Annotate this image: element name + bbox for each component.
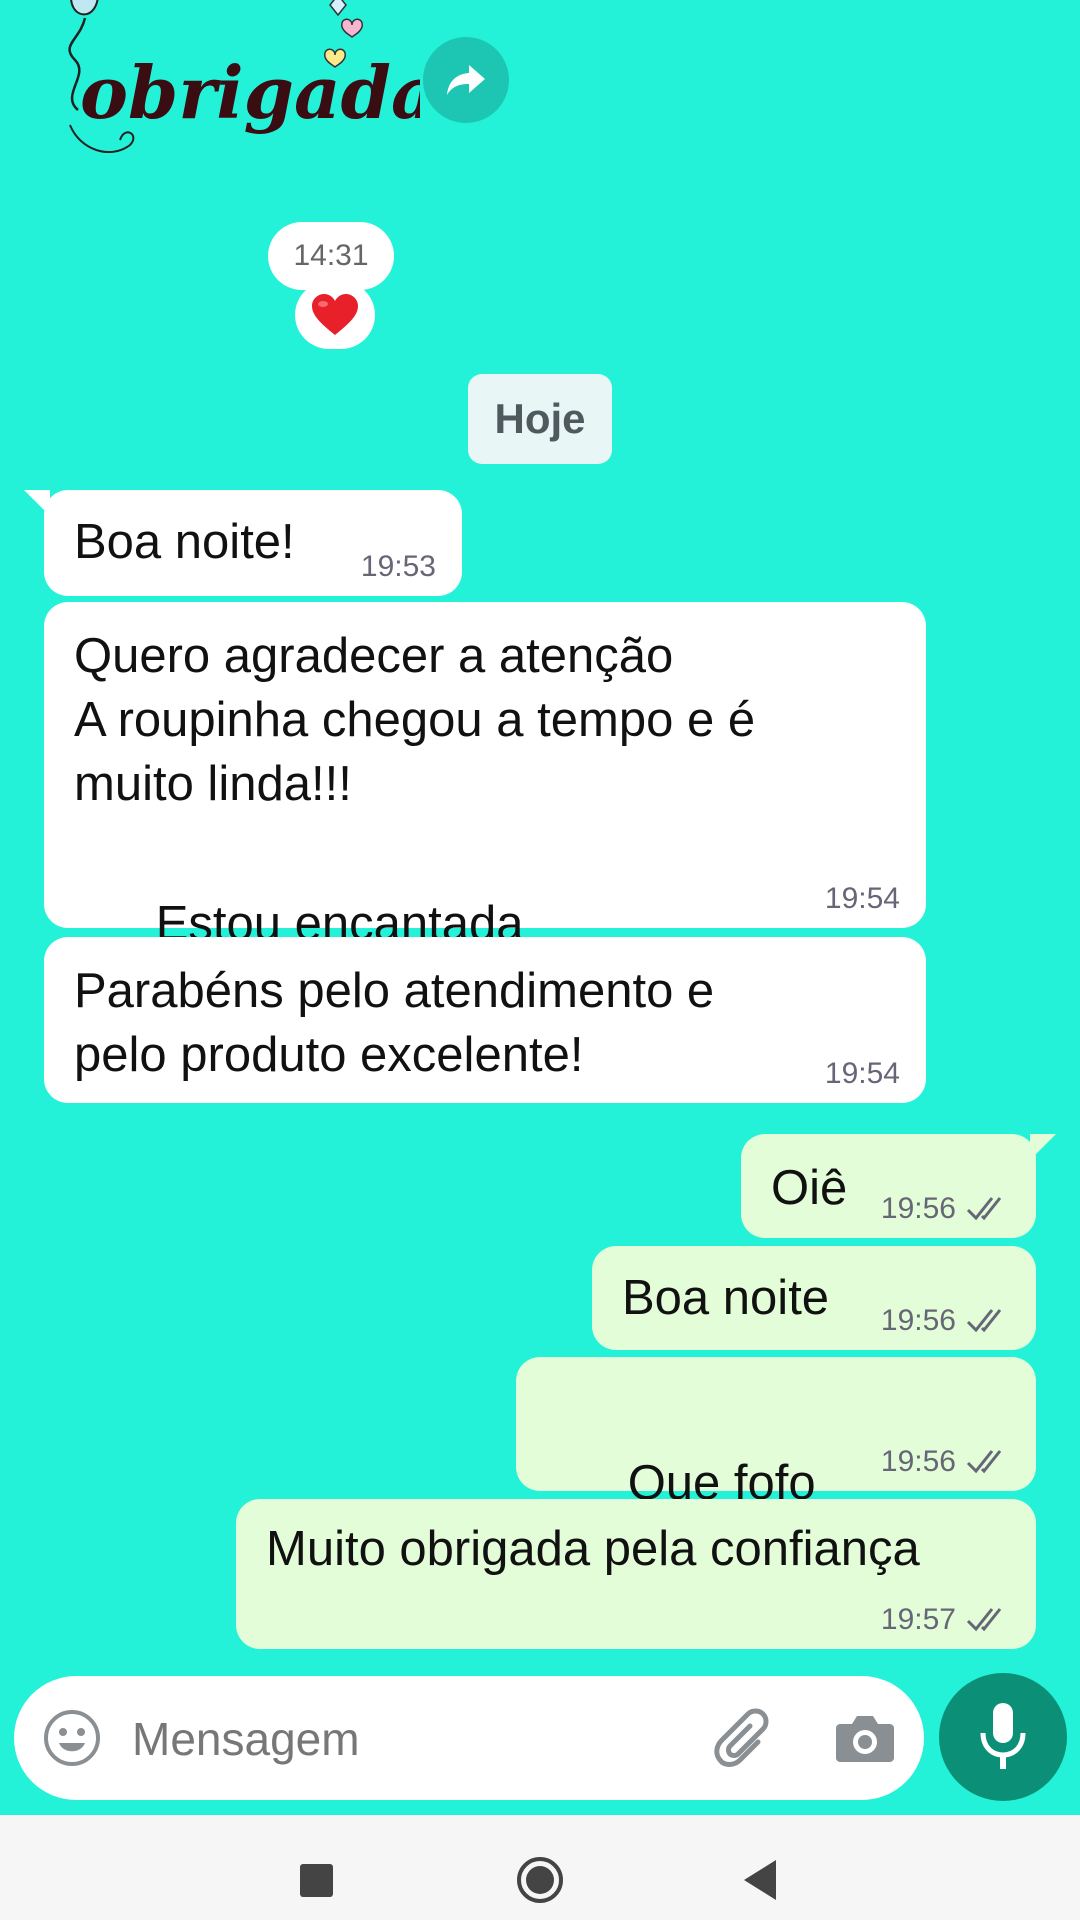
read-ticks-icon	[966, 1447, 1010, 1477]
message-time: 19:53	[360, 550, 436, 583]
message-time: 19:57	[880, 1603, 956, 1636]
forward-icon	[447, 65, 485, 95]
recent-apps-button[interactable]	[300, 1864, 333, 1897]
mic-icon	[980, 1703, 1026, 1769]
sticker-text: obrigada!	[80, 50, 420, 135]
message-time: 19:56	[880, 1192, 956, 1225]
message-text: Boa noite!	[74, 515, 295, 569]
message-text: Parabéns pelo atendimento e pelo produto…	[74, 964, 715, 1082]
date-separator: Hoje	[468, 374, 612, 464]
message-time: 19:56	[880, 1445, 956, 1478]
message-input-bar[interactable]: Mensagem	[14, 1676, 924, 1800]
forward-button[interactable]	[423, 37, 509, 123]
read-ticks-icon	[966, 1194, 1010, 1224]
reaction-badge[interactable]	[295, 281, 375, 349]
camera-icon[interactable]	[834, 1708, 896, 1768]
message-bubble-outgoing[interactable]: Oiê 19:56	[741, 1134, 1056, 1238]
message-bubble-outgoing[interactable]: Muito obrigada pela confiança 19:57	[236, 1499, 1036, 1649]
sticker-time: 14:31	[268, 222, 394, 290]
bubble-tail	[24, 490, 50, 516]
message-bubble-outgoing[interactable]: Que fofo 19:56	[516, 1357, 1036, 1647]
read-ticks-icon	[966, 1605, 1010, 1635]
thank-you-sticker[interactable]: obrigada!	[40, 0, 469, 175]
message-input[interactable]: Mensagem	[132, 1712, 360, 1766]
emoji-icon[interactable]	[42, 1708, 102, 1768]
sticker-image: obrigada!	[68, 0, 469, 154]
message-bubble-incoming[interactable]: Boa noite! 19:53	[24, 490, 462, 596]
paperclip-icon[interactable]	[714, 1706, 778, 1770]
message-text: Oiê	[771, 1161, 848, 1215]
heart-icon	[312, 294, 358, 335]
bubble-tail	[1030, 1134, 1056, 1160]
message-text: Quero agradecer a atenção A roupinha che…	[74, 629, 756, 811]
message-text: Muito obrigada pela confiança	[266, 1522, 920, 1576]
message-meta: 19:56	[881, 1194, 1010, 1224]
read-ticks-icon	[966, 1306, 1010, 1336]
message-meta: 19:56	[881, 1306, 1010, 1336]
back-button[interactable]	[742, 1858, 778, 1902]
message-meta: 19:56	[881, 1447, 1010, 1477]
message-text: Boa noite	[622, 1271, 830, 1325]
message-bubble-incoming[interactable]: Quero agradecer a atenção A roupinha che…	[44, 602, 926, 1098]
message-bubble-incoming[interactable]: Parabéns pelo atendimento e pelo produto…	[44, 937, 926, 1103]
home-button[interactable]	[516, 1856, 564, 1904]
message-time: 19:56	[880, 1304, 956, 1337]
message-bubble-outgoing[interactable]: Boa noite 19:56	[592, 1246, 1036, 1350]
message-meta: 19:57	[881, 1605, 1010, 1635]
chat-area: obrigada! 14:31 Hoje Boa noite! 19:53 Qu…	[0, 0, 1080, 1815]
message-time: 19:54	[824, 1057, 900, 1090]
mic-button[interactable]	[939, 1673, 1067, 1801]
message-time: 19:54	[824, 882, 900, 915]
